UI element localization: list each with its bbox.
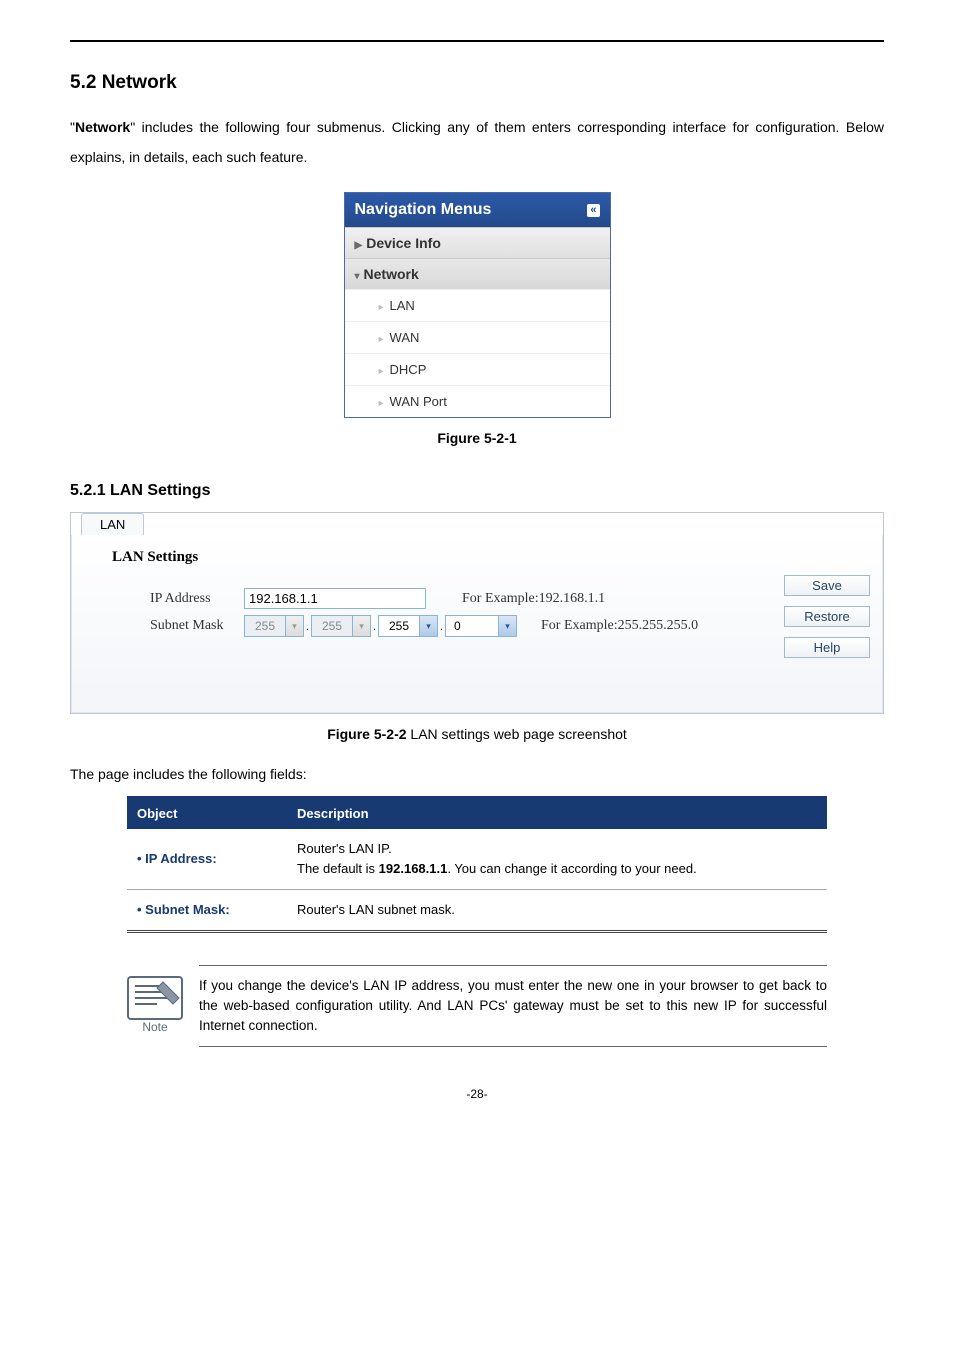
restore-button[interactable]: Restore: [784, 606, 870, 627]
note-text: If you change the device's LAN IP addres…: [199, 965, 827, 1047]
th-object: Object: [127, 798, 287, 829]
nav-lan-label: LAN: [390, 298, 415, 313]
desc-ip-line1: Router's LAN IP.: [297, 841, 392, 856]
desc-subnet-mask: Router's LAN subnet mask.: [287, 890, 827, 932]
subnet-mask-row: Subnet Mask 255▾. 255▾. 255▾. 0▾ For Exa…: [84, 615, 870, 637]
ip-address-hint: For Example:192.168.1.1: [462, 591, 605, 607]
subsection-heading: 5.2.1 LAN Settings: [70, 482, 884, 500]
fields-intro: The page includes the following fields:: [70, 766, 884, 782]
table-row: IP Address: Router's LAN IP. The default…: [127, 829, 827, 890]
lan-settings-screenshot: LAN LAN Settings IP Address For Example:…: [70, 512, 884, 714]
nav-device-info-label: Device Info: [366, 235, 441, 251]
desc-ip-address: Router's LAN IP. The default is 192.168.…: [287, 829, 827, 890]
figure-2-caption: Figure 5-2-2 LAN settings web page scree…: [70, 726, 884, 742]
dot-separator: .: [373, 619, 376, 634]
intro-rest: " includes the following four submenus. …: [70, 119, 884, 165]
nav-title: Navigation Menus: [355, 201, 492, 219]
chevron-right-icon: ▸: [379, 334, 384, 345]
desc-ip-line2-post: . You can change it according to your ne…: [447, 861, 696, 876]
desc-ip-default: 192.168.1.1: [379, 861, 448, 876]
side-buttons: Save Restore Help: [784, 575, 870, 668]
figure-2-label: Figure 5-2-2: [327, 726, 406, 742]
collapse-icon[interactable]: «: [587, 204, 599, 217]
help-button-label: Help: [814, 640, 841, 655]
note-block: Note If you change the device's LAN IP a…: [127, 961, 827, 1047]
chevron-right-icon: ▶: [355, 240, 363, 251]
mask-octet-1-value: 255: [245, 619, 285, 633]
figure-1-caption: Figure 5-2-1: [70, 430, 884, 446]
nav-sub-dhcp[interactable]: ▸ DHCP: [345, 353, 610, 385]
mask-octet-4-select[interactable]: 0▾: [445, 615, 517, 637]
nav-wan-label: WAN: [390, 330, 420, 345]
help-button[interactable]: Help: [784, 637, 870, 658]
chevron-down-icon: ▾: [355, 271, 360, 282]
nav-header: Navigation Menus «: [345, 193, 610, 227]
top-divider: [70, 40, 884, 42]
mask-octet-4-value: 0: [446, 619, 498, 633]
object-subnet-mask: Subnet Mask:: [137, 902, 230, 917]
section-intro: "Network" includes the following four su…: [70, 112, 884, 172]
lan-settings-title: LAN Settings: [112, 549, 870, 566]
figure-2-text: LAN settings web page screenshot: [407, 726, 627, 742]
table-row: Subnet Mask: Router's LAN subnet mask.: [127, 890, 827, 932]
save-button-label: Save: [812, 578, 842, 593]
object-ip-address: IP Address:: [137, 851, 217, 866]
chevron-down-icon: ▾: [498, 616, 516, 636]
nav-network-label: Network: [364, 266, 419, 282]
lan-tab[interactable]: LAN: [81, 513, 144, 535]
chevron-right-icon: ▸: [379, 398, 384, 409]
nav-sub-lan[interactable]: ▸ LAN: [345, 289, 610, 321]
mask-octet-2-select[interactable]: 255▾: [311, 615, 371, 637]
mask-octet-3-select[interactable]: 255▾: [378, 615, 438, 637]
lan-tab-label: LAN: [100, 517, 125, 532]
note-label: Note: [142, 1020, 168, 1032]
section-heading: 5.2 Network: [70, 72, 884, 94]
chevron-right-icon: ▸: [379, 366, 384, 377]
nav-sub-wan[interactable]: ▸ WAN: [345, 321, 610, 353]
save-button[interactable]: Save: [784, 575, 870, 596]
desc-ip-line2-pre: The default is: [297, 861, 379, 876]
ip-address-row: IP Address For Example:192.168.1.1: [84, 588, 870, 609]
subnet-mask-label: Subnet Mask: [84, 618, 244, 634]
chevron-down-icon: ▾: [285, 616, 303, 636]
ip-address-input[interactable]: [244, 588, 426, 609]
nav-wanport-label: WAN Port: [390, 394, 447, 409]
dot-separator: .: [440, 619, 443, 634]
subnet-mask-hint: For Example:255.255.255.0: [541, 618, 698, 634]
ip-address-label: IP Address: [84, 591, 244, 607]
subnet-mask-selects: 255▾. 255▾. 255▾. 0▾: [244, 615, 521, 637]
nav-item-device-info[interactable]: ▶Device Info: [345, 227, 610, 258]
chevron-right-icon: ▸: [379, 302, 384, 313]
fields-table: Object Description IP Address: Router's …: [127, 796, 827, 933]
mask-octet-3-value: 255: [379, 619, 419, 633]
nav-menu-figure: Navigation Menus « ▶Device Info ▾ Network…: [344, 192, 611, 418]
intro-bold: Network: [75, 119, 130, 135]
nav-sub-wan-port[interactable]: ▸ WAN Port: [345, 385, 610, 417]
th-description: Description: [287, 798, 827, 829]
nav-dhcp-label: DHCP: [390, 362, 427, 377]
page-number: -28-: [70, 1087, 884, 1101]
restore-button-label: Restore: [804, 609, 850, 624]
chevron-down-icon: ▾: [419, 616, 437, 636]
dot-separator: .: [306, 619, 309, 634]
mask-octet-2-value: 255: [312, 619, 352, 633]
mask-octet-1-select[interactable]: 255▾: [244, 615, 304, 637]
chevron-down-icon: ▾: [352, 616, 370, 636]
nav-item-network[interactable]: ▾ Network: [345, 258, 610, 289]
note-icon: Note: [127, 976, 183, 1037]
